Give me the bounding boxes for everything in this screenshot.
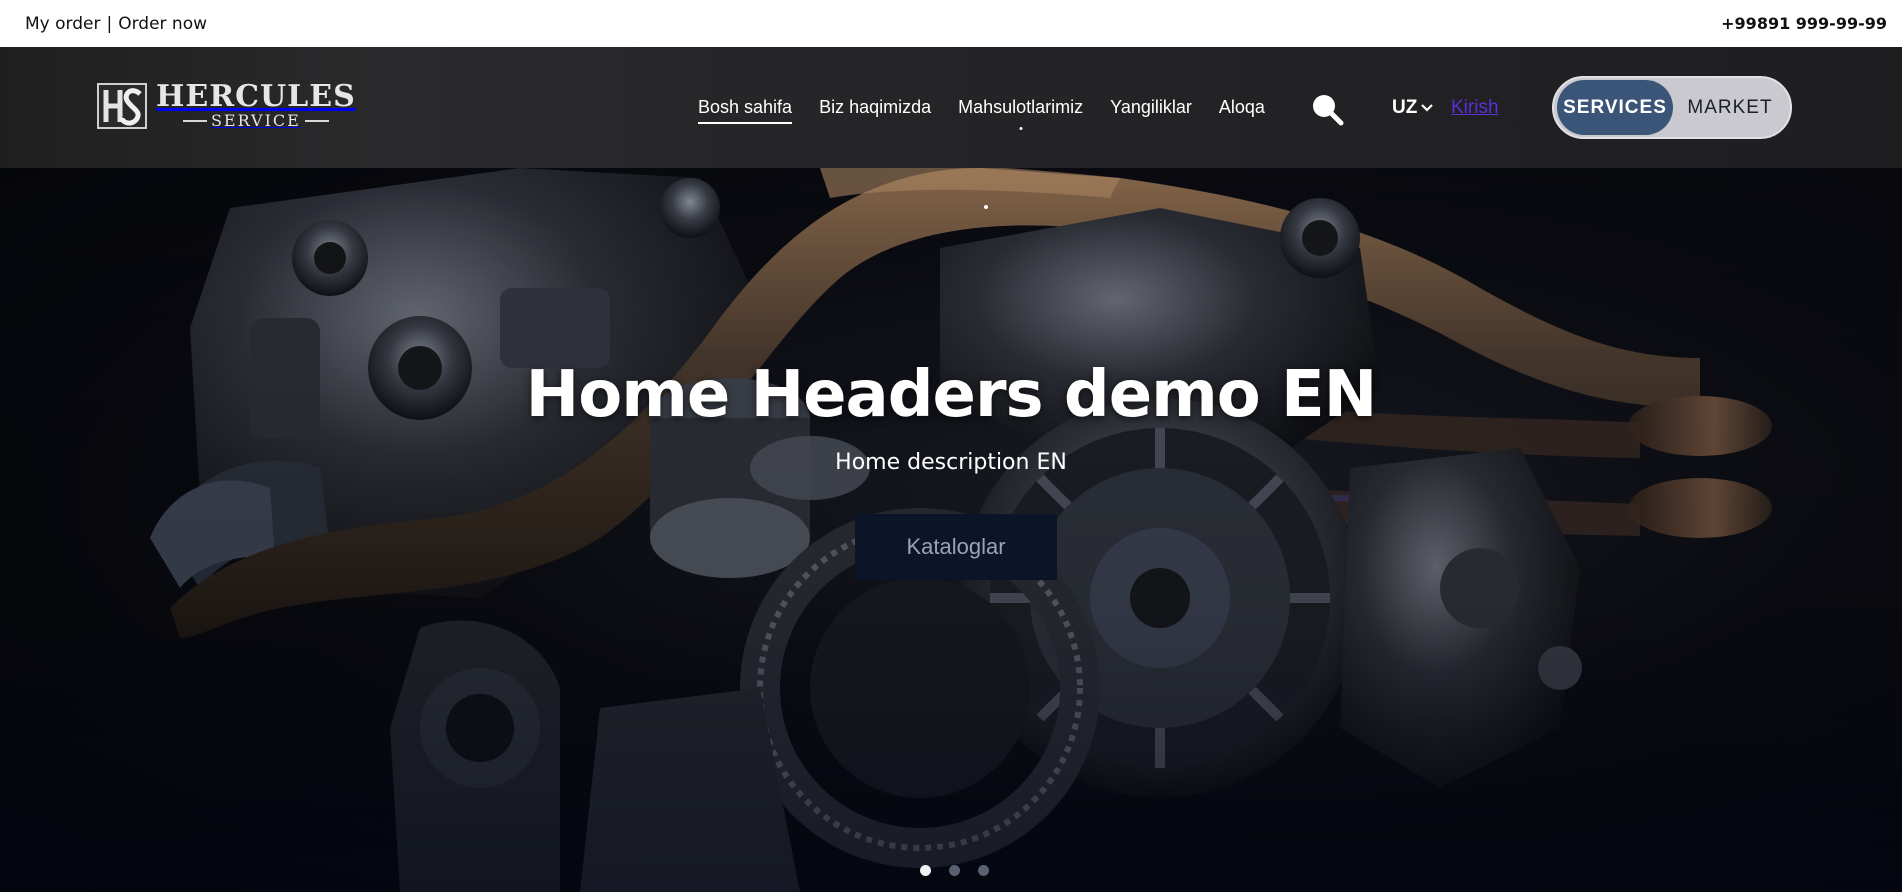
catalogs-button[interactable]: Kataloglar: [855, 514, 1057, 580]
top-utility-bar: My order | Order now +99891 999-99-99: [0, 0, 1902, 47]
nav-item-products[interactable]: Mahsulotlarimiz: [958, 97, 1084, 130]
logo-line-2: SERVICE: [210, 111, 301, 130]
logo-line-2-wrap: SERVICE: [182, 111, 329, 130]
my-order-link[interactable]: My order: [25, 14, 100, 34]
logo-rule-left: [182, 120, 207, 122]
search-icon[interactable]: [1310, 92, 1344, 126]
language-select[interactable]: UZ: [1392, 97, 1434, 119]
slider-dot-2[interactable]: [949, 865, 960, 876]
slider-pagination: [920, 865, 989, 876]
hero-marker-dot: [984, 205, 988, 209]
slider-dot-3[interactable]: [978, 865, 989, 876]
hero-title: Home Headers demo EN: [525, 358, 1378, 432]
hero-slider: Home Headers demo EN Home description EN…: [0, 168, 1902, 892]
logo-wordmark: HERCULES SERVICE: [156, 82, 356, 130]
logo-mark-icon: [96, 80, 148, 132]
login-link[interactable]: Kirish: [1451, 97, 1499, 119]
switch-option-services[interactable]: SERVICES: [1557, 80, 1673, 135]
nav-item-home[interactable]: Bosh sahifa: [698, 97, 793, 124]
order-links-separator: |: [106, 13, 113, 34]
language-current: UZ: [1392, 97, 1418, 118]
logo-rule-right: [304, 120, 329, 122]
switch-option-market[interactable]: MARKET: [1673, 80, 1787, 135]
phone-number[interactable]: +99891 999-99-99: [1721, 14, 1887, 33]
nav-item-contact[interactable]: Aloqa: [1219, 97, 1265, 122]
chevron-down-icon: [1421, 101, 1434, 116]
order-links: My order | Order now: [25, 14, 207, 34]
site-logo[interactable]: HERCULES SERVICE: [96, 80, 356, 132]
nav-item-products-label: Mahsulotlarimiz: [958, 97, 1084, 117]
order-now-link[interactable]: Order now: [118, 14, 207, 34]
services-market-switch[interactable]: SERVICES MARKET: [1552, 76, 1792, 139]
main-nav: Bosh sahifa Biz haqimizda Mahsulotlarimi…: [698, 97, 1265, 130]
nav-item-about[interactable]: Biz haqimizda: [819, 97, 931, 122]
logo-line-1: HERCULES: [156, 79, 356, 114]
hero-description: Home description EN: [835, 450, 1067, 475]
dropdown-indicator-dot: [1019, 127, 1023, 130]
slider-dot-1[interactable]: [920, 865, 931, 876]
main-header: HERCULES SERVICE Bosh sahifa Biz haqimiz…: [0, 47, 1902, 168]
nav-item-news[interactable]: Yangiliklar: [1110, 97, 1192, 122]
